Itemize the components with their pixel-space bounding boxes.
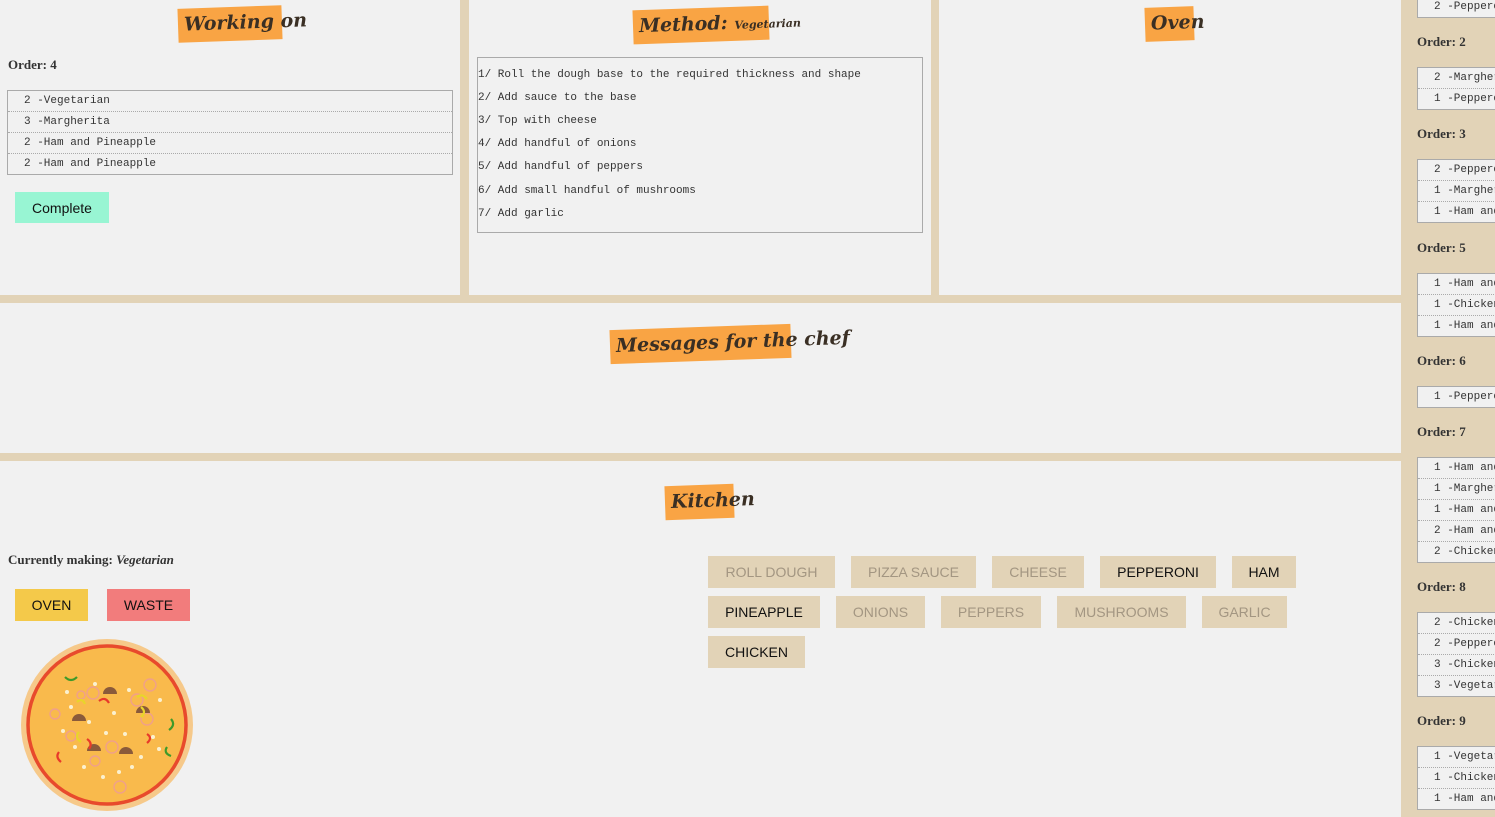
ingredient-roll-dough[interactable]: ROLL DOUGH bbox=[708, 556, 835, 588]
sidebar-order-item: 1 -Pepperoni bbox=[1434, 391, 1495, 403]
method-step: 3/ Top with cheese bbox=[478, 115, 597, 127]
currently-making: Currently making: Vegetarian bbox=[8, 552, 174, 568]
sidebar-order-table[interactable]: 1 -Ham and Pineapple 1 -Margherita 1 -Ha… bbox=[1417, 457, 1495, 563]
oven-button[interactable]: OVEN bbox=[15, 589, 88, 621]
currently-making-value: Vegetarian bbox=[116, 552, 174, 567]
method-panel: Method: Vegetarian 1/ Roll the dough bas… bbox=[469, 0, 931, 295]
sidebar-order-table[interactable]: 1 -Ham and Pineapple 1 -Chicken 1 -Ham a… bbox=[1417, 273, 1495, 337]
sidebar-order-table[interactable]: 2 -Margherita 1 -Pepperoni bbox=[1417, 67, 1495, 110]
method-steps-box: 1/ Roll the dough base to the required t… bbox=[477, 57, 923, 233]
ingredient-pizza-sauce[interactable]: PIZZA SAUCE bbox=[851, 556, 976, 588]
current-order-table: 2 -Vegetarian 3 -Margherita 2 -Ham and P… bbox=[7, 90, 453, 175]
sidebar-order-item: 1 -Vegetarian bbox=[1418, 747, 1495, 768]
working-on-title: Working on bbox=[177, 5, 307, 43]
method-step: 1/ Roll the dough base to the required t… bbox=[478, 69, 861, 81]
sidebar-order-item: 2 -Pepperoni bbox=[1418, 160, 1495, 181]
sidebar-order-item: 1 -Ham and Pineapple bbox=[1434, 793, 1495, 805]
sidebar-order-label: Order: 8 bbox=[1417, 579, 1466, 594]
ingredient-label: ROLL DOUGH bbox=[725, 564, 818, 580]
kitchen-title: Kitchen bbox=[664, 483, 755, 521]
method-subtitle: Vegetarian bbox=[734, 16, 802, 32]
sidebar-order-item: 2 -Pepperoni bbox=[1418, 634, 1495, 655]
method-step: 2/ Add sauce to the base bbox=[478, 92, 637, 104]
order-item: 3 -Margherita bbox=[8, 112, 452, 133]
sidebar-order-item: 1 -Ham and Pineapple bbox=[1418, 500, 1495, 521]
current-order-label: Order: 4 bbox=[8, 57, 57, 72]
ingredient-label: PINEAPPLE bbox=[725, 604, 803, 620]
sidebar-order-item: 1 -Chicken bbox=[1418, 295, 1495, 316]
complete-button[interactable]: Complete bbox=[15, 192, 109, 223]
sidebar-order-table[interactable]: 2 -Pepperoni bbox=[1417, 0, 1495, 18]
ingredient-pineapple[interactable]: PINEAPPLE bbox=[708, 596, 820, 628]
method-step: 6/ Add small handful of mushrooms bbox=[478, 185, 696, 197]
sidebar-order-item: 2 -Chicken bbox=[1434, 546, 1495, 558]
sidebar-order-item: 3 -Vegetarian bbox=[1434, 680, 1495, 692]
sidebar-order-item: 2 -Ham and Pineapple bbox=[1418, 521, 1495, 542]
waste-button[interactable]: WASTE bbox=[107, 589, 190, 621]
ingredient-onions[interactable]: ONIONS bbox=[836, 596, 925, 628]
sidebar-order-item: 3 -Chicken bbox=[1418, 655, 1495, 676]
sidebar-order-item: 1 -Chicken bbox=[1418, 768, 1495, 789]
method-step: 7/ Add garlic bbox=[478, 208, 564, 220]
messages-title: Messages for the chef bbox=[609, 323, 850, 365]
sidebar-order-item: 1 -Ham and Pineapple bbox=[1418, 274, 1495, 295]
messages-panel: Messages for the chef bbox=[0, 303, 1401, 453]
working-on-panel: Working on Order: 4 2 -Vegetarian 3 -Mar… bbox=[0, 0, 460, 295]
ingredient-label: HAM bbox=[1248, 564, 1280, 580]
ingredient-label: MUSHROOMS bbox=[1074, 604, 1169, 620]
sidebar-order-item: 1 -Pepperoni bbox=[1434, 93, 1495, 105]
orders-sidebar[interactable]: 2 -Pepperoni Order: 2 2 -Margherita 1 -P… bbox=[1401, 0, 1495, 817]
order-item: 2 -Ham and Pineapple bbox=[24, 158, 157, 170]
sidebar-order-item: 1 -Margherita bbox=[1418, 479, 1495, 500]
order-item: 2 -Ham and Pineapple bbox=[8, 133, 452, 154]
method-title: Method: Vegetarian bbox=[632, 5, 801, 45]
ingredient-cheese[interactable]: CHEESE bbox=[992, 556, 1084, 588]
ingredient-label: CHEESE bbox=[1009, 564, 1067, 580]
sidebar-order-label: Order: 6 bbox=[1417, 353, 1466, 368]
sidebar-order-item: 1 -Ham and Pineapple bbox=[1434, 320, 1495, 332]
sidebar-order-label: Order: 9 bbox=[1417, 713, 1466, 728]
sidebar-order-item: 1 -Ham and Pineapple bbox=[1418, 458, 1495, 479]
method-title-text: Method: bbox=[638, 12, 729, 38]
pizza-image bbox=[21, 639, 193, 811]
method-step: 4/ Add handful of onions bbox=[478, 138, 637, 150]
ingredient-label: CHICKEN bbox=[724, 644, 788, 660]
ingredient-chicken[interactable]: CHICKEN bbox=[708, 636, 805, 668]
currently-making-label: Currently making: bbox=[8, 552, 113, 567]
ingredient-peppers[interactable]: PEPPERS bbox=[941, 596, 1041, 628]
ingredient-label: GARLIC bbox=[1218, 604, 1271, 620]
sidebar-order-item: 2 -Margherita bbox=[1418, 68, 1495, 89]
ingredient-label: PEPPERS bbox=[957, 604, 1025, 620]
oven-panel: Oven bbox=[939, 0, 1401, 295]
kitchen-panel: Kitchen Currently making: Vegetarian OVE… bbox=[0, 461, 1401, 817]
ingredient-garlic[interactable]: GARLIC bbox=[1202, 596, 1287, 628]
sidebar-order-label: Order: 7 bbox=[1417, 424, 1466, 439]
ingredient-label: ONIONS bbox=[852, 604, 909, 620]
sidebar-order-item: 1 -Ham and Pineapple bbox=[1434, 206, 1495, 218]
ingredient-label: PEPPERONI bbox=[1117, 564, 1199, 580]
sidebar-order-table[interactable]: 1 -Pepperoni bbox=[1417, 386, 1495, 408]
sidebar-order-item: 1 -Margherita bbox=[1418, 181, 1495, 202]
ingredient-pepperoni[interactable]: PEPPERONI bbox=[1100, 556, 1216, 588]
sidebar-order-table[interactable]: 2 -Chicken 2 -Pepperoni 3 -Chicken 3 -Ve… bbox=[1417, 612, 1495, 697]
ingredient-label: PIZZA SAUCE bbox=[867, 564, 960, 580]
ingredient-mushrooms[interactable]: MUSHROOMS bbox=[1057, 596, 1186, 628]
sidebar-order-table[interactable]: 1 -Vegetarian 1 -Chicken 1 -Ham and Pine… bbox=[1417, 746, 1495, 810]
sidebar-order-item: 2 -Pepperoni bbox=[1434, 1, 1495, 13]
sidebar-order-table[interactable]: 2 -Pepperoni 1 -Margherita 1 -Ham and Pi… bbox=[1417, 159, 1495, 223]
method-step: 5/ Add handful of peppers bbox=[478, 161, 644, 173]
sidebar-order-label: Order: 2 bbox=[1417, 34, 1466, 49]
sidebar-order-item: 2 -Chicken bbox=[1418, 613, 1495, 634]
order-item: 2 -Vegetarian bbox=[8, 91, 452, 112]
ingredient-ham[interactable]: HAM bbox=[1232, 556, 1296, 588]
sidebar-order-label: Order: 3 bbox=[1417, 126, 1466, 141]
oven-title: Oven bbox=[1144, 6, 1205, 42]
sidebar-order-label: Order: 5 bbox=[1417, 240, 1466, 255]
